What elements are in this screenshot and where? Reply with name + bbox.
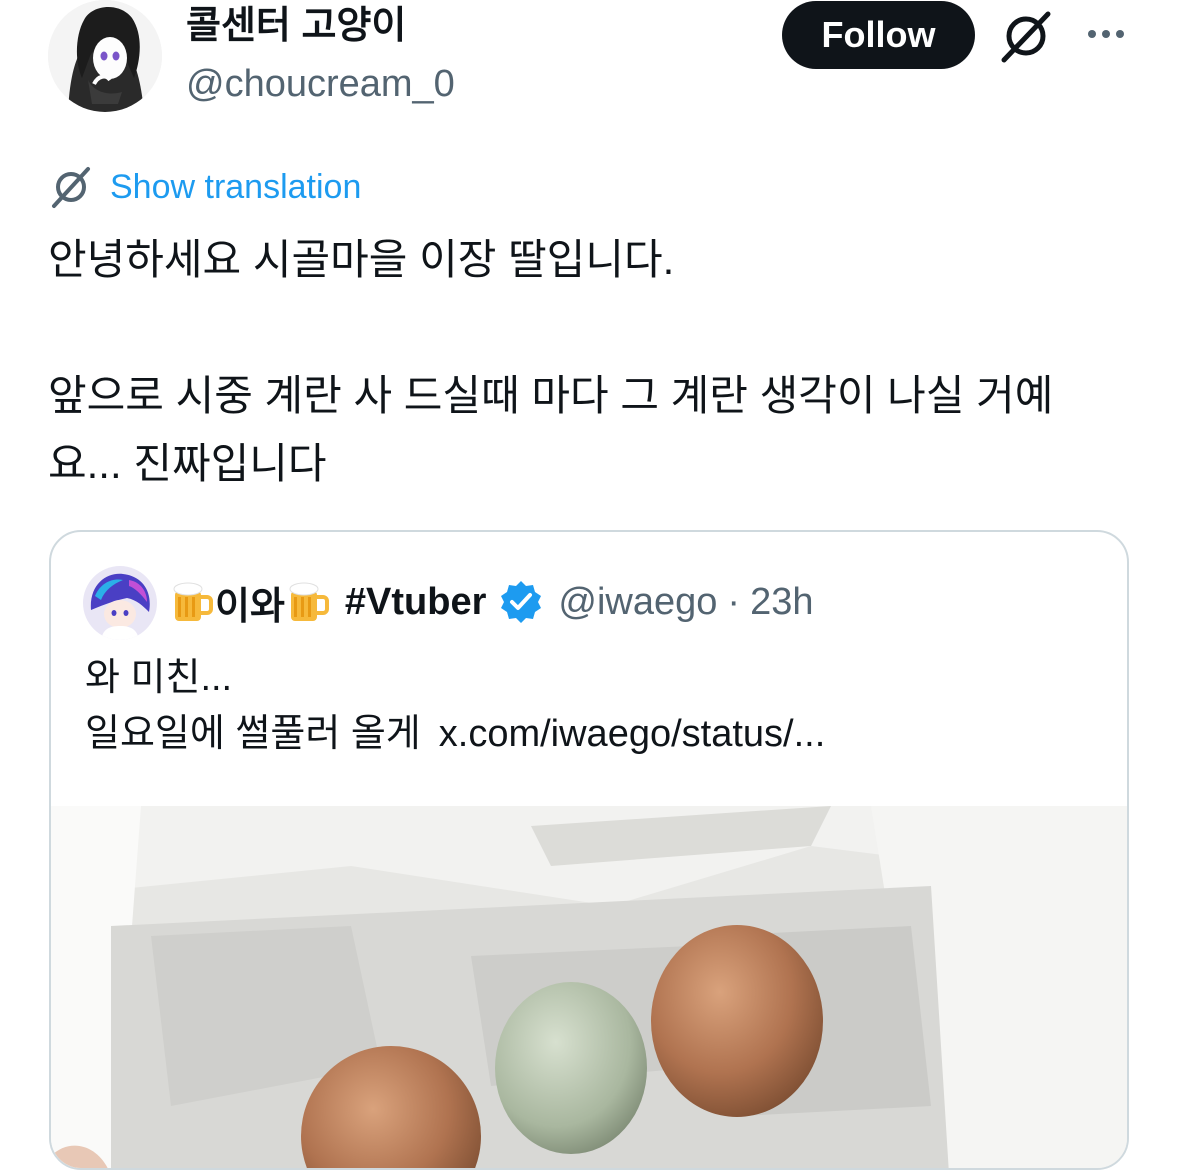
quoted-author-avatar[interactable] — [83, 566, 157, 640]
quoted-author-handle[interactable]: @iwaego — [558, 581, 717, 624]
quoted-tweet-line: 일요일에 썰풀러 올게 x.com/iwaego/status/... — [85, 706, 1105, 762]
header-separator: · — [727, 580, 741, 623]
tweet-body: 안녕하세요 시골마을 이장 딸입니다. 앞으로 시중 계란 사 드실때 마다 그… — [48, 226, 1148, 498]
quoted-tweet-time[interactable]: 23h — [750, 581, 813, 624]
beer-mug-icon — [169, 579, 215, 625]
author-display-name[interactable]: 콜센터 고양이 — [186, 2, 406, 50]
tweet-paragraph: 앞으로 시중 계란 사 드실때 마다 그 계란 생각이 나실 거예 — [48, 372, 1054, 419]
verified-badge-icon — [498, 579, 544, 625]
more-options-icon[interactable] — [1082, 12, 1130, 56]
quoted-author-hashtag: #Vtuber — [344, 580, 487, 623]
show-translation-label: Show translation — [110, 167, 362, 206]
quoted-tweet-header: 이와 #Vtuber @iwaego · 23h — [169, 576, 813, 628]
tweet-paragraph: 요... 진짜입니다 — [48, 440, 327, 487]
beer-mug-icon — [285, 579, 331, 625]
author-handle[interactable]: @choucream_0 — [186, 60, 455, 108]
quoted-tweet-line-text: 일요일에 썰풀러 올게 — [85, 713, 421, 755]
grok-translate-icon — [48, 164, 94, 210]
quoted-author-name-text: 이와 — [215, 585, 285, 628]
show-translation-link[interactable]: Show translation — [48, 162, 361, 212]
quoted-author-name[interactable]: 이와 #Vtuber — [169, 575, 486, 630]
quoted-tweet-line: 와 미친... — [85, 657, 233, 699]
quoted-tweet-body: 와 미친... 일요일에 썰풀러 올게 x.com/iwaego/status/.… — [85, 650, 1105, 762]
tweet-paragraph: 안녕하세요 시골마을 이장 딸입니다. — [48, 236, 675, 283]
quoted-tweet-photo[interactable] — [51, 806, 1127, 1168]
author-avatar[interactable] — [48, 0, 162, 112]
follow-button[interactable]: Follow — [782, 1, 975, 69]
grok-icon[interactable] — [998, 8, 1054, 64]
quoted-tweet-card[interactable]: 이와 #Vtuber @iwaego · 23h 와 미친... 일요일에 썰풀… — [49, 530, 1129, 1170]
quoted-tweet-link[interactable]: x.com/iwaego/status/... — [439, 713, 826, 755]
